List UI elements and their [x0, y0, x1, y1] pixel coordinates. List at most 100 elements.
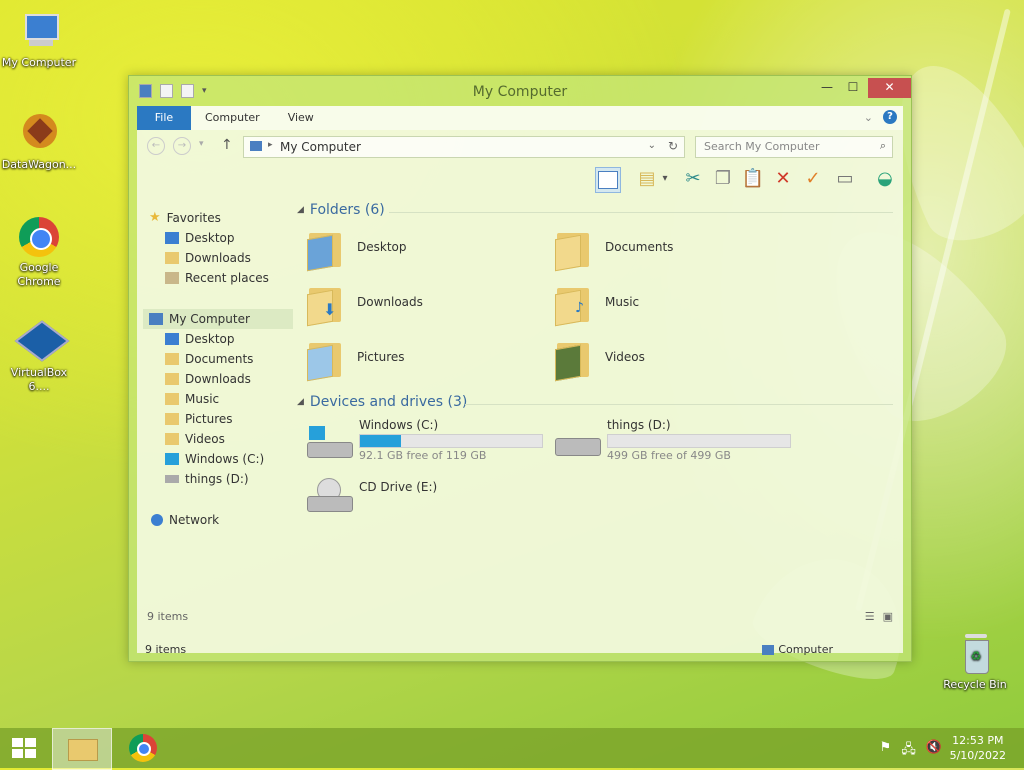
- desktop-icon-datawagon[interactable]: DataWagon...: [0, 112, 78, 172]
- nav-network[interactable]: Network: [143, 510, 293, 530]
- nav-item-documents[interactable]: Documents: [143, 349, 293, 369]
- shell-icon[interactable]: ◒: [873, 167, 897, 191]
- collapse-icon[interactable]: ◢: [297, 205, 304, 215]
- nav-item-windows-c[interactable]: Windows (C:): [143, 449, 293, 469]
- close-button[interactable]: ✕: [868, 78, 911, 98]
- nav-item-recent-places[interactable]: Recent places: [143, 268, 293, 288]
- nav-item-things-d[interactable]: things (D:): [143, 469, 293, 489]
- chevron-down-icon[interactable]: ⌄: [648, 140, 656, 151]
- downloads-folder-icon: [165, 252, 179, 264]
- view-toggles: ☰ ▣: [865, 610, 893, 623]
- desktop-icon: [165, 232, 179, 244]
- copy-icon[interactable]: ❐: [711, 167, 735, 191]
- desktop-icon-virtualbox[interactable]: VirtualBox 6....: [0, 320, 78, 394]
- desktop-icon-recycle-bin[interactable]: ♻ Recycle Bin: [936, 632, 1014, 692]
- content-pane: ◢ Folders (6) Desktop Documents ⬇ Downlo…: [297, 202, 893, 623]
- taskbar-chrome-button[interactable]: [116, 728, 172, 768]
- search-icon[interactable]: ⌕: [880, 139, 886, 153]
- rename-icon[interactable]: ▭: [833, 167, 857, 191]
- videos-folder-icon: [555, 337, 591, 382]
- recent-places-icon: [165, 272, 179, 284]
- cut-icon[interactable]: ✂: [681, 167, 705, 191]
- cd-drive-icon: [307, 478, 353, 512]
- nav-my-computer[interactable]: My Computer: [143, 309, 293, 329]
- drive-cd-e[interactable]: CD Drive (E:): [307, 470, 547, 520]
- checkmark-icon[interactable]: ✓: [801, 167, 825, 191]
- window-body: File Computer View ⌄ ? ← → ▾ ↑ ▸ My Comp…: [137, 106, 903, 653]
- volume-muted-icon[interactable]: 🔇: [926, 740, 942, 762]
- taskbar-explorer-button[interactable]: [52, 728, 112, 770]
- tab-file[interactable]: File: [137, 106, 191, 130]
- folder-music[interactable]: ♪ Music: [555, 277, 795, 327]
- windows-drive-icon: [165, 453, 179, 465]
- music-folder-icon: ♪: [555, 282, 591, 327]
- folder-desktop[interactable]: Desktop: [307, 222, 547, 272]
- desktop-icon-my-computer[interactable]: My Computer: [0, 10, 78, 70]
- delete-icon[interactable]: ✕: [771, 167, 795, 191]
- help-icon[interactable]: ?: [883, 110, 897, 124]
- address-crumb[interactable]: My Computer: [280, 140, 361, 154]
- title-bar[interactable]: ▾ My Computer — ☐ ✕: [129, 76, 911, 106]
- navigation-bar: ← → ▾ ↑ ▸ My Computer ⌄ ↻ Search My Comp…: [137, 130, 903, 162]
- drives-group-header[interactable]: ◢ Devices and drives (3): [297, 394, 467, 410]
- chevron-down-icon[interactable]: ▾: [653, 167, 677, 191]
- drive-things-d[interactable]: things (D:) 499 GB free of 499 GB: [555, 418, 795, 468]
- folder-downloads[interactable]: ⬇ Downloads: [307, 277, 547, 327]
- chrome-icon: [129, 734, 157, 762]
- clock[interactable]: 12:53 PM 5/10/2022: [950, 733, 1006, 763]
- ribbon-tabs: File Computer View ⌄ ?: [137, 106, 903, 130]
- large-icons-view-icon[interactable]: ▣: [883, 610, 893, 623]
- computer-icon: [762, 644, 775, 655]
- refresh-icon[interactable]: ↻: [668, 139, 678, 153]
- preview-pane-icon[interactable]: [595, 167, 621, 193]
- nav-favorites[interactable]: ★ Favorites: [143, 208, 293, 228]
- explorer-window: ▾ My Computer — ☐ ✕ File Computer View ⌄…: [128, 75, 912, 662]
- chevron-down-icon[interactable]: ⌄: [864, 111, 873, 124]
- clock-time: 12:53 PM: [952, 734, 1004, 747]
- drive-icon: [165, 475, 179, 483]
- inner-status-text: 9 items: [147, 610, 189, 623]
- computer-icon: [149, 313, 163, 325]
- tab-view[interactable]: View: [274, 106, 328, 130]
- nav-item-pictures[interactable]: Pictures: [143, 409, 293, 429]
- up-button[interactable]: ↑: [221, 137, 233, 153]
- action-center-icon[interactable]: ⚑: [880, 740, 892, 762]
- computer-icon: [250, 141, 262, 151]
- folder-documents[interactable]: Documents: [555, 222, 795, 272]
- file-explorer-icon: [68, 739, 98, 761]
- chevron-right-icon[interactable]: ▸: [268, 140, 273, 150]
- collapse-icon[interactable]: ◢: [297, 397, 304, 407]
- nav-item-videos[interactable]: Videos: [143, 429, 293, 449]
- clock-date: 5/10/2022: [949, 749, 1006, 762]
- drive-windows-c[interactable]: Windows (C:) 92.1 GB free of 119 GB: [307, 418, 547, 468]
- nav-item-downloads[interactable]: Downloads: [143, 248, 293, 268]
- datawagon-icon: [17, 112, 61, 156]
- network-icon[interactable]: 🖧: [901, 740, 916, 762]
- details-view-icon[interactable]: ☰: [865, 610, 875, 623]
- windows-logo-icon: [12, 738, 36, 758]
- virtualbox-icon: [14, 320, 70, 364]
- nav-item-desktop[interactable]: Desktop: [143, 329, 293, 349]
- desktop-icon: [165, 333, 179, 345]
- folder-pictures[interactable]: Pictures: [307, 332, 547, 382]
- search-input[interactable]: Search My Computer ⌕: [695, 136, 893, 158]
- minimize-button[interactable]: —: [813, 78, 841, 98]
- star-icon: ★: [149, 210, 161, 225]
- desktop-icon-chrome[interactable]: Google Chrome: [0, 215, 78, 289]
- tab-computer[interactable]: Computer: [191, 106, 274, 130]
- status-bar: 9 items Computer: [145, 643, 833, 656]
- nav-item-downloads[interactable]: Downloads: [143, 369, 293, 389]
- chevron-down-icon[interactable]: ▾: [199, 139, 204, 149]
- forward-button[interactable]: →: [173, 137, 191, 155]
- address-bar[interactable]: ▸ My Computer ⌄ ↻: [243, 136, 685, 158]
- nav-item-music[interactable]: Music: [143, 389, 293, 409]
- back-button[interactable]: ←: [147, 137, 165, 155]
- system-tray: ⚑ 🖧 🔇: [880, 740, 942, 762]
- folder-videos[interactable]: Videos: [555, 332, 795, 382]
- start-button[interactable]: [0, 728, 48, 768]
- maximize-button[interactable]: ☐: [839, 78, 867, 98]
- folders-group-header[interactable]: ◢ Folders (6): [297, 202, 385, 218]
- recycle-bin-icon: ♻: [953, 632, 997, 676]
- paste-icon[interactable]: 📋: [741, 167, 765, 191]
- nav-item-desktop[interactable]: Desktop: [143, 228, 293, 248]
